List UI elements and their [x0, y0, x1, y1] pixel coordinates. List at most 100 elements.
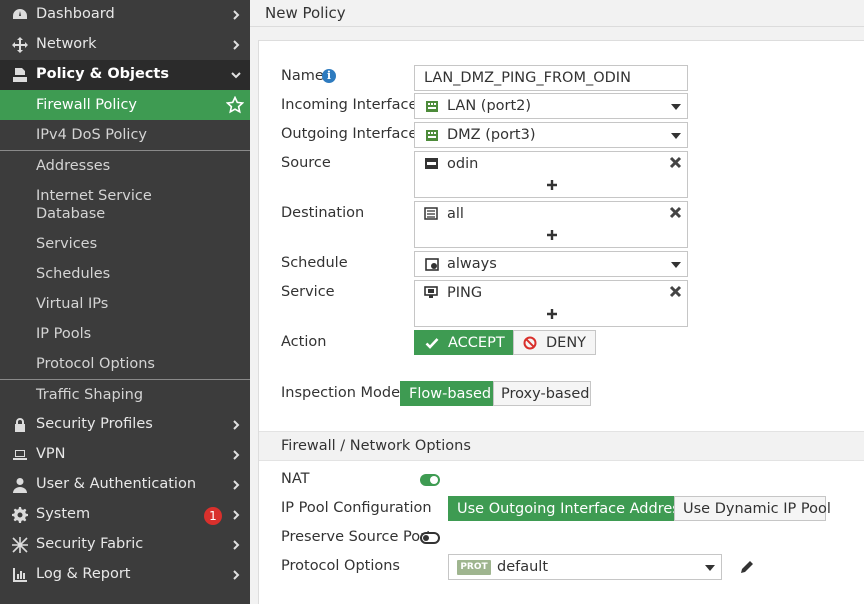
incoming-interface-value: LAN (port2) — [447, 98, 532, 114]
service-value: PING — [447, 285, 483, 301]
chevron-right-icon — [230, 449, 242, 461]
chevron-right-icon — [230, 419, 242, 431]
sidebar-sub-label: Firewall Policy — [36, 97, 137, 113]
source-value: odin — [447, 156, 479, 172]
toggle-knob — [423, 535, 429, 541]
sidebar-sub-schedules[interactable]: Schedules — [0, 259, 250, 289]
sidebar-item-label: System — [36, 506, 91, 522]
chart-icon — [11, 567, 29, 583]
sidebar-item-log-report[interactable]: Log & Report — [0, 560, 250, 590]
chevron-right-icon — [230, 539, 242, 551]
use-dynamic-ip-pool-button[interactable]: Use Dynamic IP Pool — [674, 496, 831, 521]
deny-button[interactable]: DENY — [513, 330, 596, 355]
sidebar-item-user-authentication[interactable]: User & Authentication — [0, 470, 250, 500]
policy-icon — [11, 67, 29, 83]
ip-pool-configuration-label: IP Pool Configuration — [281, 500, 432, 516]
name-input[interactable]: LAN_DMZ_PING_FROM_ODIN — [414, 65, 688, 91]
section-title: Firewall / Network Options — [281, 438, 471, 454]
name-label: Name — [281, 68, 324, 84]
sidebar-sub-label: Virtual IPs — [36, 296, 109, 312]
edit-pencil-icon[interactable] — [740, 560, 754, 574]
schedule-label: Schedule — [281, 255, 348, 271]
sidebar-item-label: Dashboard — [36, 6, 115, 22]
accept-button[interactable]: ACCEPT — [414, 330, 514, 355]
sidebar-item-label: Security Profiles — [36, 416, 153, 432]
flow-based-button[interactable]: Flow-based — [400, 381, 493, 406]
sidebar-item-dashboard[interactable]: Dashboard — [0, 0, 250, 30]
sidebar-item-security-fabric[interactable]: Security Fabric — [0, 530, 250, 560]
sidebar-sub-label: IPv4 DoS Policy — [36, 127, 147, 143]
check-icon — [425, 336, 439, 350]
sidebar-sub-internet-service-database[interactable]: Internet Service Database — [0, 181, 250, 229]
port-icon — [425, 129, 440, 142]
sidebar-sub-label: Services — [36, 236, 98, 252]
sidebar-sub-label: IP Pools — [36, 326, 92, 342]
sidebar-sub-ipv4-dos-policy[interactable]: IPv4 DoS Policy — [0, 120, 250, 150]
nat-toggle[interactable] — [420, 474, 440, 486]
caret-down-icon — [705, 565, 715, 571]
sidebar-item-policy-objects[interactable]: Policy & Objects — [0, 60, 250, 90]
service-label: Service — [281, 284, 335, 300]
sidebar: Dashboard Network Policy & Objects Firew… — [0, 0, 250, 604]
use-outgoing-interface-address-label: Use Outgoing Interface Address — [457, 500, 688, 517]
mac-address-icon — [424, 157, 439, 170]
sidebar-sub-addresses[interactable]: Addresses — [0, 151, 250, 181]
incoming-interface-label: Incoming Interface — [281, 97, 418, 113]
schedule-select[interactable]: always — [414, 251, 688, 277]
sidebar-sub-traffic-shaping[interactable]: Traffic Shaping — [0, 380, 250, 410]
schedule-value: always — [447, 256, 497, 272]
chevron-right-icon — [230, 569, 242, 581]
chevron-down-icon — [230, 69, 242, 81]
chevron-right-icon — [230, 9, 242, 21]
sidebar-sub-ip-pools[interactable]: IP Pools — [0, 319, 250, 349]
service-field[interactable]: PING — [414, 280, 688, 327]
sidebar-sub-virtual-ips[interactable]: Virtual IPs — [0, 289, 250, 319]
deny-icon — [523, 336, 537, 350]
remove-service-icon[interactable] — [669, 285, 682, 298]
sidebar-item-network[interactable]: Network — [0, 30, 250, 60]
outgoing-interface-select[interactable]: DMZ (port3) — [414, 122, 688, 148]
star-icon[interactable] — [225, 95, 245, 114]
caret-down-icon — [671, 133, 681, 139]
main-content: New Policy Name i LAN_DMZ_PING_FROM_ODIN… — [250, 0, 864, 604]
destination-field[interactable]: all — [414, 201, 688, 248]
preserve-source-port-label: Preserve Source Port — [281, 529, 432, 545]
accept-label: ACCEPT — [448, 334, 505, 351]
sidebar-sub-protocol-options[interactable]: Protocol Options — [0, 349, 250, 379]
info-icon[interactable]: i — [322, 69, 336, 83]
sidebar-item-system[interactable]: System 1 — [0, 500, 250, 530]
protocol-options-label: Protocol Options — [281, 558, 400, 574]
sidebar-item-security-profiles[interactable]: Security Profiles — [0, 410, 250, 440]
incoming-interface-select[interactable]: LAN (port2) — [414, 93, 688, 119]
add-source-icon[interactable] — [547, 178, 557, 190]
destination-value: all — [447, 206, 464, 222]
sidebar-item-vpn[interactable]: VPN — [0, 440, 250, 470]
sidebar-item-label: Policy & Objects — [36, 66, 169, 82]
sidebar-item-label: Log & Report — [36, 566, 131, 582]
sidebar-sub-services[interactable]: Services — [0, 229, 250, 259]
sidebar-sub-label: Addresses — [36, 158, 111, 174]
source-field[interactable]: odin — [414, 151, 688, 198]
sidebar-sub-firewall-policy[interactable]: Firewall Policy — [0, 90, 250, 120]
proxy-based-button[interactable]: Proxy-based — [493, 381, 591, 406]
add-service-icon[interactable] — [547, 307, 557, 319]
page-title: New Policy — [265, 4, 346, 22]
add-destination-icon[interactable] — [547, 228, 557, 240]
sidebar-sub-label: Protocol Options — [36, 356, 155, 372]
remove-source-icon[interactable] — [669, 156, 682, 169]
protocol-options-select[interactable]: PROT default — [448, 554, 722, 580]
proxy-based-label: Proxy-based — [501, 385, 590, 402]
sidebar-sub-label: Traffic Shaping — [36, 387, 144, 403]
sidebar-sub-label: Internet Service Database — [36, 188, 152, 222]
preserve-source-port-toggle[interactable] — [420, 532, 440, 544]
firewall-network-options-header: Firewall / Network Options — [259, 431, 864, 461]
sidebar-item-label: Security Fabric — [36, 536, 144, 552]
fabric-icon — [11, 537, 29, 553]
calendar-clock-icon — [425, 258, 440, 271]
inspection-mode-label: Inspection Mode — [281, 385, 401, 401]
address-list-icon — [424, 207, 439, 220]
nat-label: NAT — [281, 471, 310, 487]
use-outgoing-interface-address-button[interactable]: Use Outgoing Interface Address — [448, 496, 687, 521]
remove-destination-icon[interactable] — [669, 206, 682, 219]
notification-badge: 1 — [204, 507, 222, 525]
